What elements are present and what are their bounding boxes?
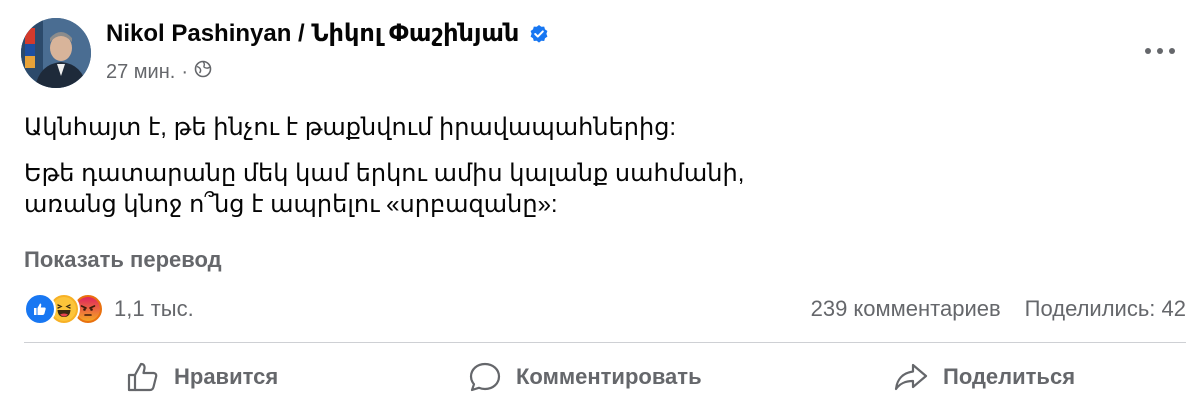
engagement-stats: 239 комментариев Поделились: 42: [811, 296, 1186, 322]
like-reaction-icon: [24, 293, 56, 325]
verified-badge-icon: [529, 24, 549, 44]
post-actions: Нравится Комментировать Поделиться: [0, 352, 1200, 402]
share-label: Поделиться: [943, 364, 1076, 389]
reaction-count[interactable]: 1,1 тыс.: [114, 296, 194, 322]
thumbs-up-icon: [127, 362, 158, 392]
share-button[interactable]: Поделиться: [893, 352, 1075, 402]
comments-count[interactable]: 239 комментариев: [811, 296, 1001, 322]
comment-label: Комментировать: [516, 364, 702, 389]
show-translation-link[interactable]: Показать перевод: [24, 247, 222, 273]
author-avatar[interactable]: [21, 18, 91, 88]
comment-button[interactable]: Комментировать: [468, 352, 702, 402]
post-meta: 27 мин. ·: [106, 60, 212, 84]
shares-count[interactable]: Поделились: 42: [1025, 296, 1186, 322]
author-name-text[interactable]: Nikol Pashinyan / Նիկոլ Փաշինյան: [106, 19, 519, 48]
post-timestamp[interactable]: 27 мин.: [106, 61, 175, 84]
post-paragraph: Եթե դատարանը մեկ կամ երկու ամիս կալանք ս…: [24, 160, 745, 218]
author-name[interactable]: Nikol Pashinyan / Նիկոլ Փաշինյան: [106, 19, 549, 48]
comment-bubble-icon: [469, 362, 501, 392]
divider: [24, 342, 1186, 343]
globe-icon[interactable]: [194, 60, 212, 84]
facebook-post: Nikol Pashinyan / Նիկոլ Փաշինյան 27 мин.…: [0, 0, 1200, 409]
more-options-icon[interactable]: [1140, 40, 1180, 62]
reactions-summary[interactable]: 1,1 тыс.: [24, 293, 194, 325]
like-button[interactable]: Нравится: [126, 352, 278, 402]
meta-separator: ·: [181, 60, 188, 83]
share-arrow-icon: [894, 363, 928, 391]
like-label: Нравится: [174, 364, 279, 389]
post-paragraph: Ակնհայտ է, թե ինչու է թաքնվում իրավապահն…: [24, 114, 677, 141]
